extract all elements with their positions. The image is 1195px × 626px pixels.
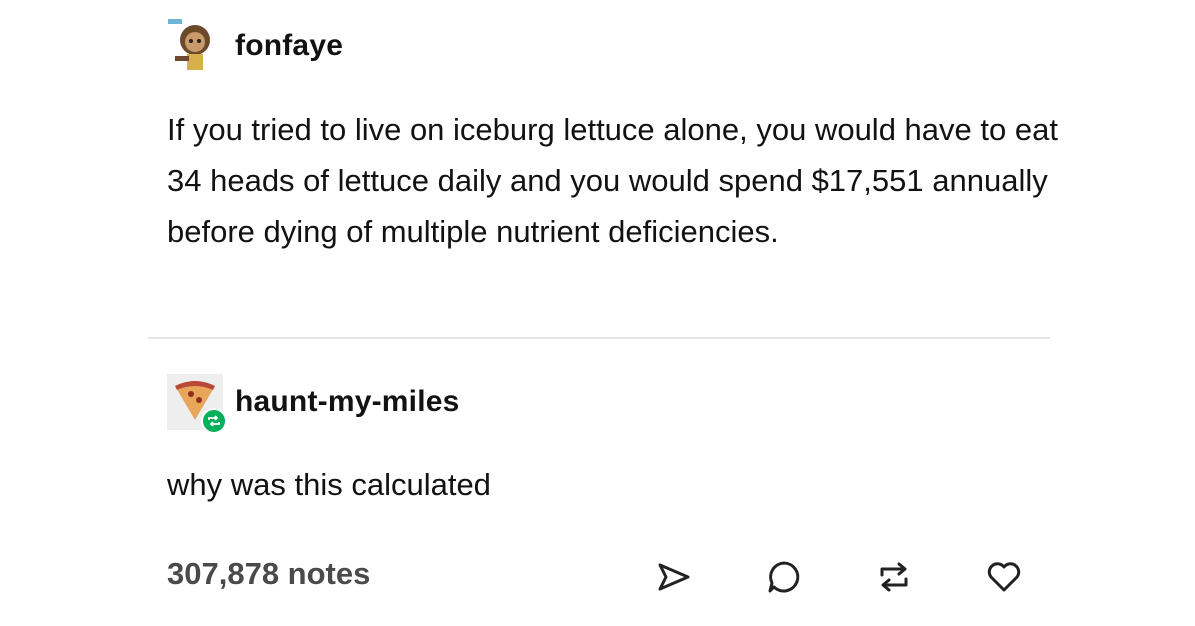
tumblr-post: fonfaye If you tried to live on iceburg …: [0, 0, 1195, 626]
reply-icon[interactable]: [761, 554, 807, 600]
share-icon[interactable]: [651, 554, 697, 600]
reblog-icon: [201, 408, 227, 434]
pizza-slice-avatar-icon[interactable]: [167, 374, 227, 434]
reblog-header: haunt-my-miles: [167, 374, 460, 434]
reblog-text: why was this calculated: [167, 467, 491, 502]
original-post-header: fonfaye: [167, 18, 343, 74]
reblog-button-icon[interactable]: [871, 554, 917, 600]
notes-count[interactable]: 307,878 notes: [167, 556, 370, 592]
reblog-divider: [148, 337, 1050, 339]
like-icon[interactable]: [981, 554, 1027, 600]
post-footer: 307,878 notes: [167, 548, 1027, 604]
cartoon-avatar-icon[interactable]: [167, 18, 223, 74]
post-actions: [651, 554, 1027, 600]
original-post-username[interactable]: fonfaye: [235, 29, 343, 63]
original-post-text: If you tried to live on iceburg lettuce …: [167, 112, 1058, 249]
reblog-username[interactable]: haunt-my-miles: [235, 385, 460, 419]
